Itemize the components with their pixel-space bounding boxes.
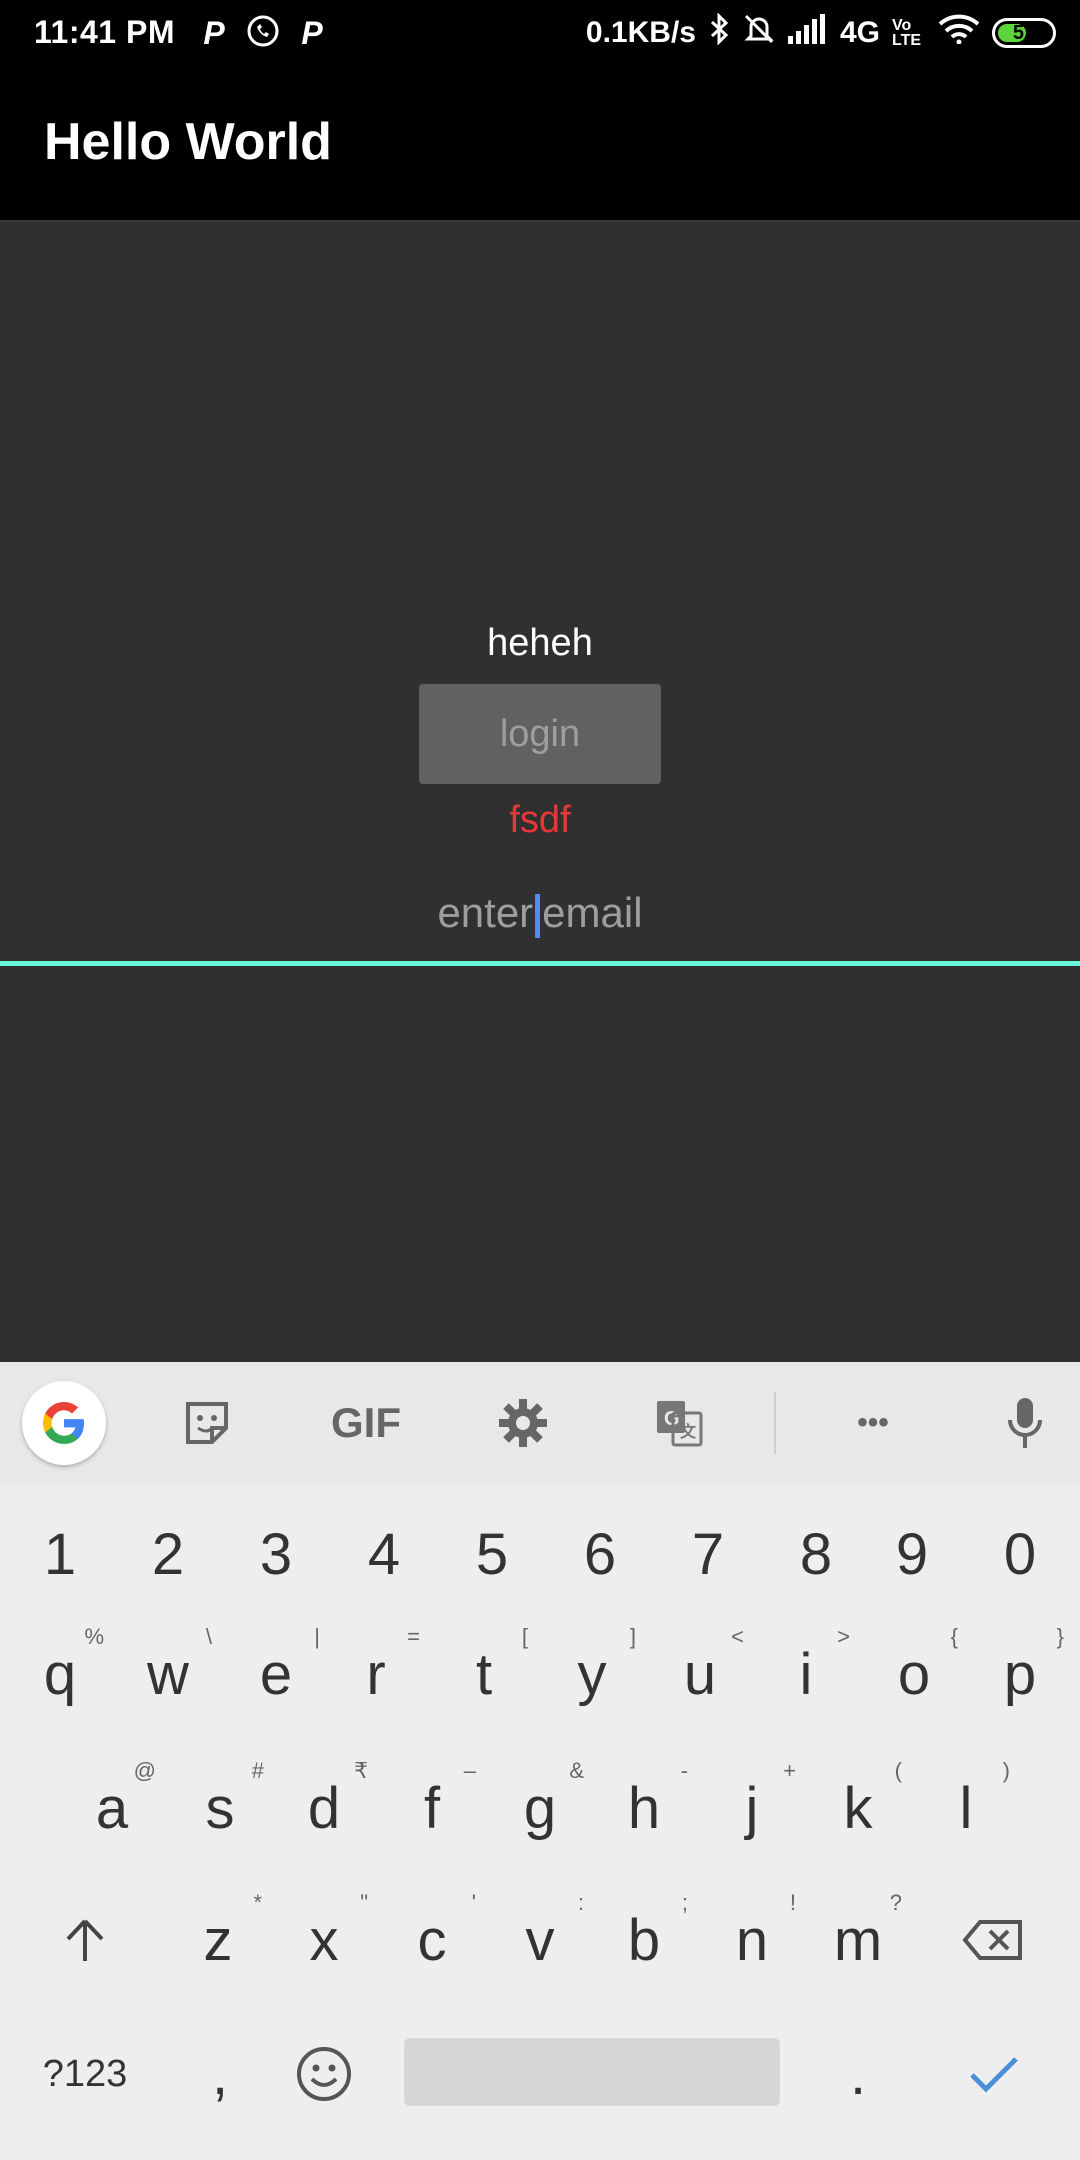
letter-row-1: q% w \ e | r = t[ y] u < i > o{ p}	[0, 1614, 1080, 1734]
error-label: fsdf	[509, 799, 571, 841]
number-row: 1 2 3 4 5 6 7 8 9 0	[0, 1494, 1080, 1614]
main-content: heheh login fsdf enter email	[0, 220, 1080, 1362]
key-4[interactable]: 4	[330, 1494, 438, 1614]
backspace-icon	[962, 1920, 1022, 1960]
battery-level: 52	[1012, 21, 1036, 44]
key-k[interactable]: k(	[804, 1748, 912, 1868]
key-g[interactable]: g &	[486, 1748, 594, 1868]
key-m[interactable]: m?	[804, 1880, 912, 2000]
more-options-icon[interactable]: •••	[828, 1378, 918, 1468]
key-j[interactable]: j +	[698, 1748, 806, 1868]
key-o[interactable]: o{	[860, 1614, 968, 1734]
key-7[interactable]: 7	[654, 1494, 762, 1614]
key-a[interactable]: a @	[58, 1748, 166, 1868]
app-bar: Hello World	[0, 66, 1080, 220]
translate-icon[interactable]: G文	[634, 1378, 724, 1468]
svg-text:文: 文	[680, 1422, 697, 1441]
key-1[interactable]: 1	[6, 1494, 114, 1614]
key-b[interactable]: b;	[590, 1880, 698, 2000]
heheh-label: heheh	[487, 622, 593, 664]
volte-badge: Vo LTE	[892, 17, 922, 49]
done-key[interactable]	[940, 2014, 1048, 2134]
key-h[interactable]: h-	[590, 1748, 698, 1868]
login-button[interactable]: login	[419, 684, 661, 784]
microphone-icon[interactable]	[980, 1378, 1070, 1468]
wifi-icon	[938, 14, 980, 52]
key-z[interactable]: z *	[164, 1880, 272, 2000]
settings-gear-icon[interactable]	[478, 1378, 568, 1468]
key-v[interactable]: v:	[486, 1880, 594, 2000]
battery-icon: 52	[992, 18, 1056, 48]
key-i[interactable]: i >	[752, 1614, 860, 1734]
letter-row-3: z * x " c ' v: b; n! m?	[0, 1880, 1080, 2000]
period-key[interactable]: .	[808, 2014, 908, 2134]
mute-bell-icon	[742, 12, 776, 54]
key-x[interactable]: x "	[270, 1880, 378, 2000]
key-l[interactable]: l)	[912, 1748, 1020, 1868]
key-8[interactable]: 8	[762, 1494, 870, 1614]
net-speed: 0.1KB/s	[585, 16, 696, 49]
key-f[interactable]: f –	[378, 1748, 486, 1868]
phone-call-icon	[246, 14, 280, 53]
emoji-icon	[297, 2047, 351, 2101]
key-3[interactable]: 3	[222, 1494, 330, 1614]
key-w[interactable]: w \	[114, 1614, 222, 1734]
key-p[interactable]: p}	[966, 1614, 1074, 1734]
bluetooth-icon	[708, 12, 730, 53]
shift-key[interactable]	[26, 1880, 144, 2000]
checkmark-icon	[970, 2057, 1018, 2093]
key-c[interactable]: c '	[378, 1880, 486, 2000]
key-y[interactable]: y]	[538, 1614, 646, 1734]
parking-app-icon: P	[203, 15, 225, 51]
key-s[interactable]: s #	[166, 1748, 274, 1868]
shift-arrow-icon	[66, 1919, 104, 1961]
key-2[interactable]: 2	[114, 1494, 222, 1614]
key-r[interactable]: r =	[322, 1614, 430, 1734]
network-type: 4G	[839, 16, 880, 49]
parking-app-icon-2: P	[301, 15, 323, 51]
key-9[interactable]: 9	[858, 1494, 966, 1614]
key-5[interactable]: 5	[438, 1494, 546, 1614]
app-title: Hello World	[44, 113, 332, 171]
gif-button[interactable]: GIF	[316, 1378, 416, 1468]
soft-keyboard: GIF G文 ••• 1 2 3 4 5 6 7 8 9 0 q% w \ e | …	[0, 1362, 1080, 2160]
key-n[interactable]: n!	[698, 1880, 806, 2000]
key-e[interactable]: e |	[222, 1614, 330, 1734]
status-time: 11:41 PM	[34, 14, 175, 50]
letter-row-2: a @ s # d ₹ f – g & h- j + k( l)	[0, 1748, 1080, 1868]
key-q[interactable]: q%	[6, 1614, 114, 1734]
key-u[interactable]: u <	[646, 1614, 754, 1734]
key-6[interactable]: 6	[546, 1494, 654, 1614]
backspace-key[interactable]	[934, 1880, 1052, 2000]
bottom-row: ?123 , .	[0, 2014, 1080, 2134]
key-d[interactable]: d ₹	[270, 1748, 378, 1868]
email-placeholder-part2: email	[542, 889, 643, 936]
keyboard-toolbar: GIF G文 •••	[0, 1362, 1080, 1484]
emoji-key[interactable]	[270, 2014, 378, 2134]
text-caret	[535, 893, 541, 938]
space-bar[interactable]	[404, 2038, 780, 2106]
status-bar: 11:41 PM P P 0.1KB/s 4G Vo LTE 52	[0, 0, 1080, 66]
key-t[interactable]: t[	[430, 1614, 538, 1734]
key-0[interactable]: 0	[966, 1494, 1074, 1614]
status-left-icons: P P	[200, 14, 326, 53]
toolbar-divider	[774, 1392, 776, 1454]
status-right: 0.1KB/s 4G Vo LTE 52	[586, 12, 1056, 54]
comma-key[interactable]: ,	[166, 2014, 274, 2134]
email-input[interactable]: enter email	[0, 870, 1080, 966]
sticker-icon[interactable]	[162, 1378, 252, 1468]
google-icon[interactable]	[22, 1381, 106, 1465]
symbols-key[interactable]: ?123	[20, 2014, 150, 2134]
email-placeholder-part1: enter	[437, 889, 534, 936]
signal-icon	[787, 14, 828, 52]
